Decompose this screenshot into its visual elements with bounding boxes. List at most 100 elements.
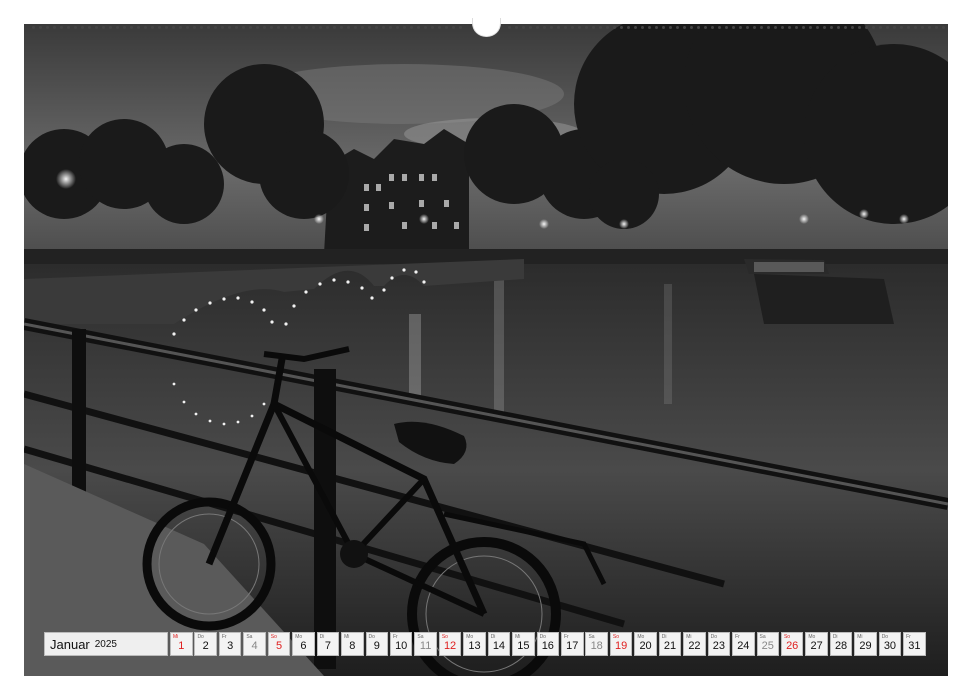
binding-ring <box>312 26 315 29</box>
month-calendar-strip: Januar 2025 Mi 1 Do 2 Fr 3 Sa 4 So 5 Mo 6 Di 7 Mi 8 Do 9 F… <box>44 632 926 656</box>
binding-ring <box>711 26 714 29</box>
binding-ring <box>81 26 84 29</box>
binding-ring <box>522 26 525 29</box>
day-cell: Sa 11 <box>414 632 437 656</box>
binding-ring <box>116 26 119 29</box>
day-cell: Sa 25 <box>756 632 779 656</box>
day-number: 20 <box>639 640 652 652</box>
day-number: 10 <box>395 640 408 652</box>
binding-ring <box>67 26 70 29</box>
binding-ring <box>284 26 287 29</box>
binding-ring <box>837 26 840 29</box>
binding-ring <box>326 26 329 29</box>
binding-ring <box>683 26 686 29</box>
binding-ring <box>375 26 378 29</box>
binding-ring <box>438 26 441 29</box>
binding-ring <box>459 26 462 29</box>
day-number: 6 <box>300 640 307 652</box>
day-cell: Mi 8 <box>341 632 364 656</box>
binding-ring <box>221 26 224 29</box>
binding-ring <box>144 26 147 29</box>
binding-ring <box>165 26 168 29</box>
binding-ring <box>655 26 658 29</box>
binding-ring <box>410 26 413 29</box>
day-number: 29 <box>859 640 872 652</box>
day-cell: So 26 <box>780 632 804 656</box>
binding-ring <box>886 26 889 29</box>
binding-ring <box>424 26 427 29</box>
binding-ring <box>242 26 245 29</box>
binding-ring <box>921 26 924 29</box>
year: 2025 <box>94 638 117 650</box>
binding-ring <box>235 26 238 29</box>
binding-ring <box>403 26 406 29</box>
day-cell: Di 7 <box>316 632 340 656</box>
binding-ring <box>396 26 399 29</box>
binding-ring <box>137 26 140 29</box>
day-number: 9 <box>373 640 380 652</box>
day-number: 11 <box>419 640 432 652</box>
binding-ring <box>39 26 42 29</box>
binding-ring <box>207 26 210 29</box>
day-number: 5 <box>275 640 283 652</box>
binding-ring <box>319 26 322 29</box>
day-cells: Mi 1 Do 2 Fr 3 Sa 4 So 5 Mo 6 Di 7 Mi 8 Do 9 Fr 10 Sa 11 So 12 M… <box>170 632 928 656</box>
binding-ring <box>690 26 693 29</box>
day-cell: Di 21 <box>658 632 682 656</box>
day-number: 8 <box>349 640 356 652</box>
binding-ring <box>732 26 735 29</box>
binding-ring <box>788 26 791 29</box>
day-number: 28 <box>834 640 848 652</box>
day-number: 7 <box>324 640 331 652</box>
binding-ring <box>431 26 434 29</box>
day-cell: Do 23 <box>707 632 731 656</box>
binding-ring <box>60 26 63 29</box>
binding-ring <box>641 26 644 29</box>
binding-ring <box>613 26 616 29</box>
day-cell: Mo 6 <box>292 632 315 656</box>
day-cell: Sa 18 <box>585 632 608 656</box>
binding-ring <box>571 26 574 29</box>
binding-ring <box>305 26 308 29</box>
binding-ring <box>704 26 707 29</box>
binding-ring <box>109 26 112 29</box>
binding-ring <box>753 26 756 29</box>
day-cell: Mi 1 <box>170 632 193 656</box>
binding-ring <box>725 26 728 29</box>
day-cell: Mi 29 <box>854 632 877 656</box>
binding-ring <box>585 26 588 29</box>
binding-ring <box>648 26 651 29</box>
binding-ring <box>760 26 763 29</box>
binding-ring <box>46 26 49 29</box>
binding-ring <box>557 26 560 29</box>
binding-ring <box>270 26 273 29</box>
binding-ring <box>417 26 420 29</box>
binding-ring <box>389 26 392 29</box>
day-number: 23 <box>712 640 725 652</box>
binding-ring <box>249 26 252 29</box>
binding-ring <box>816 26 819 29</box>
binding-ring <box>592 26 595 29</box>
binding-ring <box>151 26 154 29</box>
day-number: 24 <box>737 640 750 652</box>
binding-ring <box>333 26 336 29</box>
binding-ring <box>851 26 854 29</box>
month-name: Januar <box>50 636 90 652</box>
binding-ring <box>354 26 357 29</box>
binding-ring <box>844 26 847 29</box>
binding-ring <box>340 26 343 29</box>
day-number: 15 <box>517 640 530 652</box>
day-cell: Do 30 <box>878 632 902 656</box>
binding-ring <box>620 26 623 29</box>
binding-ring <box>32 26 35 29</box>
day-number: 25 <box>761 640 774 652</box>
binding-ring <box>123 26 126 29</box>
day-cell: Fr 3 <box>218 632 242 656</box>
binding-ring <box>74 26 77 29</box>
binding-ring <box>543 26 546 29</box>
day-number: 13 <box>468 640 481 652</box>
day-cell: Mi 15 <box>512 632 535 656</box>
binding-ring <box>739 26 742 29</box>
day-cell: Di 28 <box>829 632 853 656</box>
day-cell: So 19 <box>609 632 633 656</box>
